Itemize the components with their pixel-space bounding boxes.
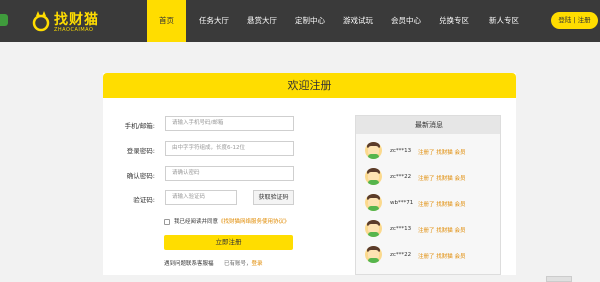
logo-subtitle: ZHAOCAIMAO (54, 27, 94, 33)
avatar-icon (365, 168, 382, 185)
nav-reward-hall[interactable]: 悬赏大厅 (238, 0, 286, 42)
nav-member-center[interactable]: 会员中心 (382, 0, 430, 42)
news-item: zc***22 注册了 找财猫 会员 (356, 168, 500, 194)
agreement-link[interactable]: 《找财猫网络服务使用协议》 (218, 219, 290, 225)
news-item: wb***71 注册了 找财猫 会员 (356, 194, 500, 220)
footer-login-link[interactable]: 登录 (252, 261, 263, 267)
phone-label: 手机/邮箱: (124, 122, 155, 130)
register-title: 欢迎注册 (103, 73, 516, 98)
news-item: zc***13 注册了 找财猫 会员 (356, 142, 500, 168)
browser-edge-icon[interactable] (0, 14, 8, 26)
news-user: zc***13 (390, 148, 412, 154)
confirm-input[interactable]: 请确认密码 (165, 166, 294, 181)
cat-logo-icon (32, 11, 50, 32)
code-label: 验证码: (133, 196, 155, 204)
news-item: zc***13 注册了 找财猫 会员 (356, 220, 500, 246)
news-user: zc***22 (390, 252, 412, 258)
avatar-icon (365, 194, 382, 211)
logo-title: 找财猫 (54, 12, 99, 28)
news-action: 注册了 找财猫 会员 (418, 202, 466, 208)
scroll-indicator[interactable] (546, 276, 572, 282)
nav-home[interactable]: 首页 (147, 0, 186, 42)
news-panel: 最新消息 zc***13 注册了 找财猫 会员 zc***22 注册了 找财猫 … (355, 115, 501, 275)
news-action: 注册了 找财猫 会员 (418, 150, 466, 156)
code-input[interactable]: 请输入验证码 (165, 190, 237, 205)
news-action: 注册了 找财猫 会员 (418, 176, 466, 182)
nav-exchange[interactable]: 兑换专区 (430, 0, 478, 42)
news-user: zc***13 (390, 226, 412, 232)
site-logo[interactable]: 找财猫 ZHAOCAIMAO (32, 7, 102, 37)
news-action: 注册了 找财猫 会员 (418, 254, 466, 260)
password-input[interactable]: 由中字字符组成，长度6-12位 (165, 141, 294, 156)
have-account-line: 已有账号，登录 (224, 259, 263, 267)
nav-custom-center[interactable]: 定制中心 (286, 0, 334, 42)
confirm-label: 确认密码: (126, 172, 155, 180)
avatar-icon (365, 142, 382, 159)
news-item: zc***22 注册了 找财猫 会员 (356, 246, 500, 272)
get-code-button[interactable]: 获取验证码 (253, 190, 294, 205)
auth-separator: | (573, 16, 576, 24)
news-action: 注册了 找财猫 会员 (418, 228, 466, 234)
nav-task-hall[interactable]: 任务大厅 (190, 0, 238, 42)
agree-line: 我已经阅读并同意《找财猫网络服务使用协议》 (174, 217, 290, 225)
nav-game-trial[interactable]: 游戏试玩 (334, 0, 382, 42)
news-user: wb***71 (390, 200, 414, 206)
have-account-text: 已有账号， (224, 261, 252, 267)
top-header: 找财猫 ZHAOCAIMAO 首页 任务大厅 悬赏大厅 定制中心 游戏试玩 会员… (0, 0, 600, 42)
avatar-icon (365, 220, 382, 237)
nav-newbie[interactable]: 新人专区 (478, 0, 530, 42)
register-button[interactable]: 立即注册 (164, 235, 293, 250)
avatar-icon (365, 246, 382, 263)
contact-service-link[interactable]: 遇到问题联系客服福 (164, 259, 214, 267)
news-title: 最新消息 (356, 116, 500, 134)
login-link[interactable]: 登陆 (558, 16, 571, 24)
agree-checkbox[interactable] (164, 219, 170, 225)
phone-input[interactable]: 请输入手机号码/邮箱 (165, 116, 294, 131)
password-label: 登录密码: (126, 147, 155, 155)
news-user: zc***22 (390, 174, 412, 180)
agree-text: 我已经阅读并同意 (174, 219, 219, 225)
auth-pill: 登陆 | 注册 (551, 12, 598, 29)
register-link[interactable]: 注册 (578, 16, 591, 24)
